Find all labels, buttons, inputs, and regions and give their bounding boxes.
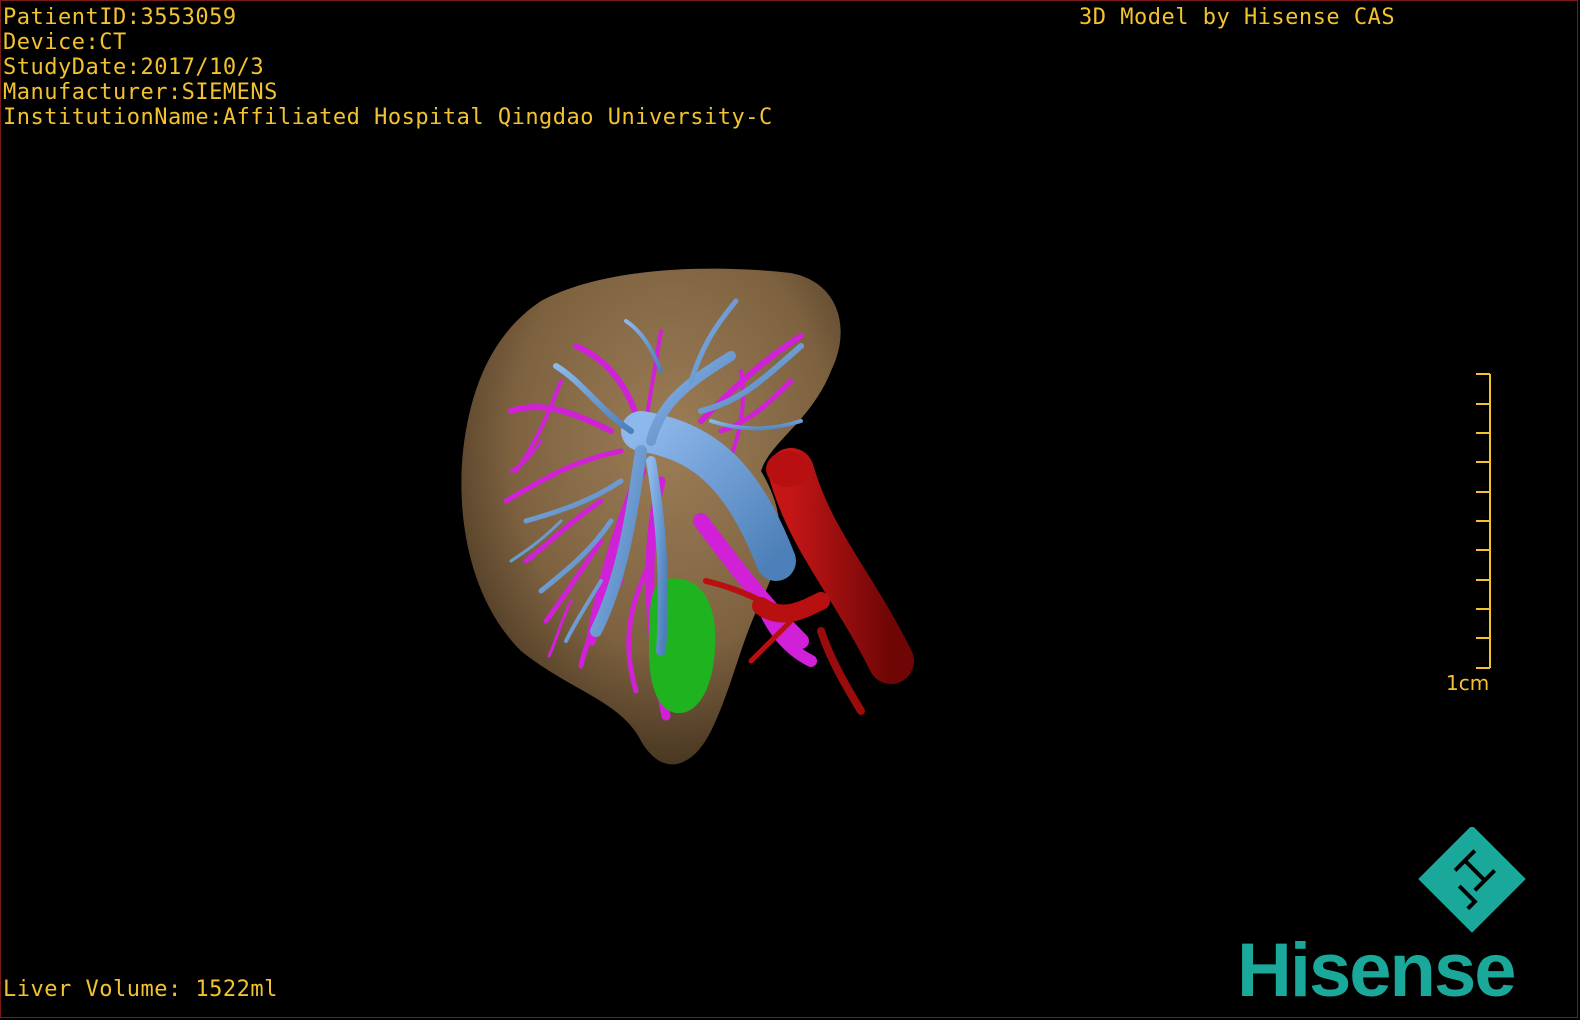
- liver-volume: Liver Volume: 1522ml: [3, 977, 278, 1002]
- hisense-logo-text: Hisense: [1237, 928, 1516, 1013]
- institution-name: InstitutionName:Affiliated Hospital Qing…: [3, 105, 773, 130]
- hisense-logo-icon: [1418, 827, 1526, 933]
- study-info: PatientID:3553059 Device:CT StudyDate:2017…: [3, 5, 773, 130]
- patient-id: PatientID:3553059: [3, 5, 237, 30]
- model-credit: 3D Model by Hisense CAS: [1079, 5, 1396, 30]
- scale-bar: [1476, 373, 1491, 669]
- device: Device:CT: [3, 30, 127, 55]
- 3d-viewport[interactable]: PatientID:3553059 Device:CT StudyDate:2017…: [0, 0, 1578, 1018]
- scale-bar-label: 1cm: [1446, 671, 1490, 695]
- study-date: StudyDate:2017/10/3: [3, 55, 265, 80]
- manufacturer: Manufacturer:SIEMENS: [3, 80, 278, 105]
